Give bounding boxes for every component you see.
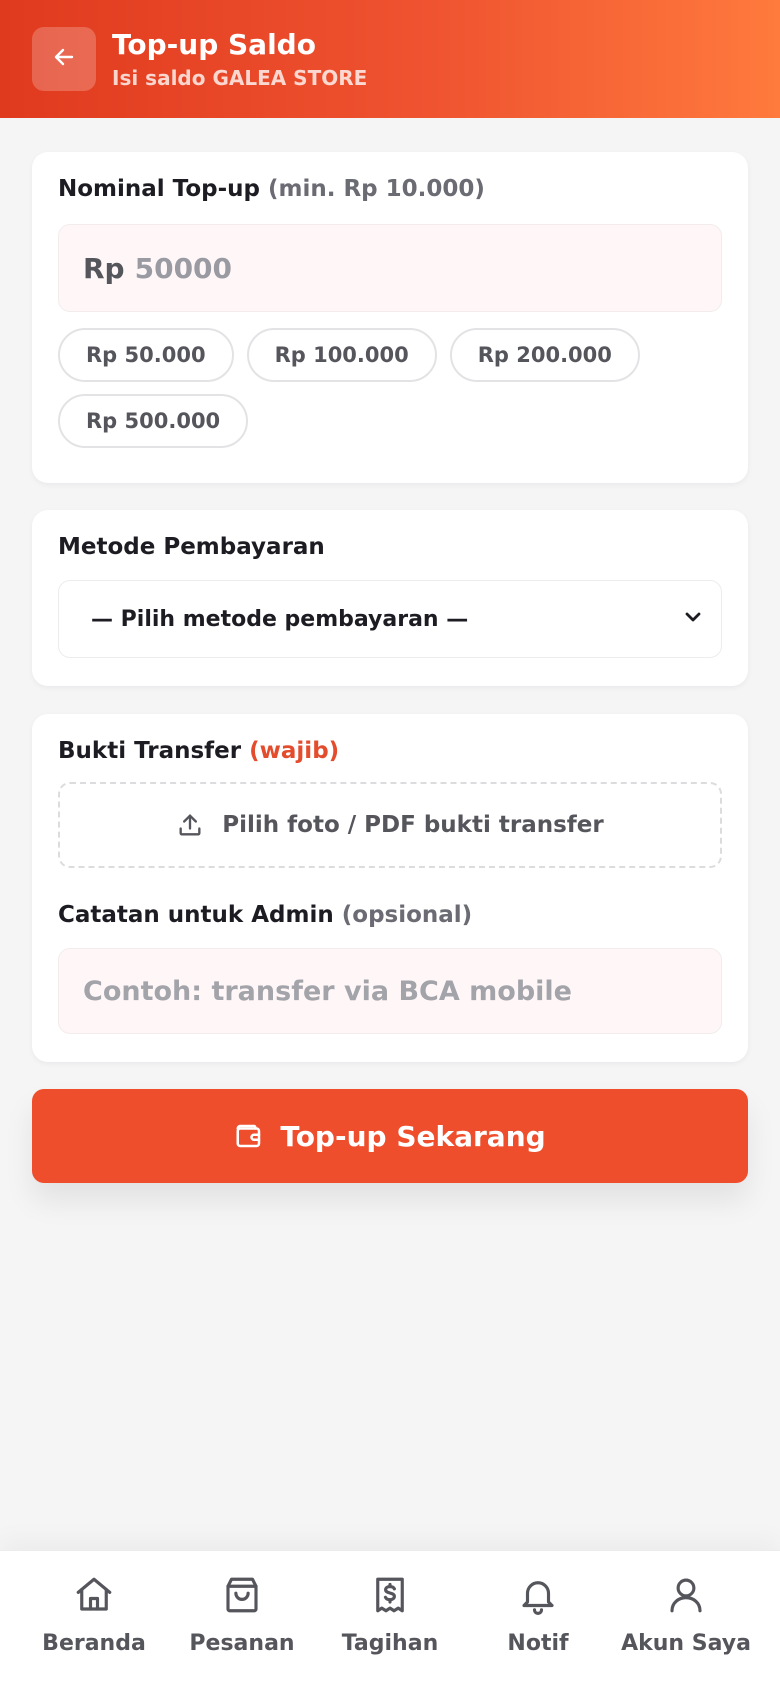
preset-amounts: Rp 50.000 Rp 100.000 Rp 200.000 Rp 500.0… — [58, 328, 722, 448]
amount-card: Nominal Top-up (min. Rp 10.000) Rp Rp 50… — [32, 152, 748, 483]
note-field[interactable] — [58, 948, 722, 1034]
arrow-left-icon — [52, 45, 76, 73]
bell-icon — [517, 1571, 559, 1619]
preset-50000-button[interactable]: Rp 50.000 — [58, 328, 234, 382]
note-input[interactable] — [83, 975, 721, 1007]
payment-label: Metode Pembayaran — [58, 534, 325, 560]
submit-label: Top-up Sekarang — [280, 1119, 546, 1153]
amount-label: Nominal Top-up (min. Rp 10.000) — [58, 176, 722, 202]
preset-500000-button[interactable]: Rp 500.000 — [58, 394, 249, 448]
note-label-text: Catatan untuk Admin — [58, 902, 334, 928]
amount-hint: (min. Rp 10.000) — [267, 176, 485, 202]
amount-input[interactable] — [134, 251, 655, 285]
receipt-icon — [369, 1571, 411, 1619]
nav-item-beranda[interactable]: Beranda — [20, 1551, 168, 1688]
home-icon — [73, 1571, 115, 1619]
payment-card: Metode Pembayaran — Pilih metode pembaya… — [32, 510, 748, 686]
chevron-down-icon — [681, 605, 705, 633]
currency-prefix: Rp — [83, 251, 125, 285]
upload-label: Pilih foto / PDF bukti transfer — [222, 812, 604, 838]
payment-method-select[interactable]: — Pilih metode pembayaran — — [58, 580, 722, 658]
wallet-icon — [234, 1121, 264, 1151]
required-tag: (wajib) — [249, 738, 340, 764]
nav-item-pesanan[interactable]: Pesanan — [168, 1551, 316, 1688]
preset-100000-button[interactable]: Rp 100.000 — [246, 328, 437, 382]
back-button[interactable] — [32, 27, 96, 91]
nav-item-akun-saya[interactable]: Akun Saya — [612, 1551, 760, 1688]
nav-label: Beranda — [42, 1631, 146, 1656]
payment-method-value: — Pilih metode pembayaran — — [91, 606, 469, 632]
topup-submit-button[interactable]: Top-up Sekarang — [32, 1089, 748, 1183]
upload-proof-button[interactable]: Pilih foto / PDF bukti transfer — [58, 782, 722, 868]
proof-label-text: Bukti Transfer — [58, 738, 242, 764]
nav-label: Notif — [507, 1631, 569, 1656]
shopping-bag-icon — [221, 1571, 263, 1619]
upload-icon — [176, 811, 204, 839]
header-text: Top-up Saldo Isi saldo GALEA STORE — [112, 27, 367, 91]
nav-item-tagihan[interactable]: Tagihan — [316, 1551, 464, 1688]
topup-screen: Top-up Saldo Isi saldo GALEA STORE Nomin… — [0, 0, 780, 1688]
header: Top-up Saldo Isi saldo GALEA STORE — [0, 0, 780, 118]
nav-label: Akun Saya — [621, 1631, 751, 1656]
amount-label-text: Nominal Top-up — [58, 176, 260, 202]
page-title: Top-up Saldo — [112, 28, 316, 61]
note-hint: (opsional) — [341, 902, 473, 928]
nav-label: Pesanan — [189, 1631, 295, 1656]
preset-200000-button[interactable]: Rp 200.000 — [449, 328, 640, 382]
bottom-nav: Beranda Pesanan Tagihan Notif Akun Saya — [0, 1550, 780, 1688]
proof-card: Bukti Transfer (wajib) Pilih foto / PDF … — [32, 714, 748, 1062]
user-icon — [665, 1571, 707, 1619]
nav-label: Tagihan — [341, 1631, 439, 1656]
page-subtitle: Isi saldo GALEA STORE — [112, 66, 368, 90]
nav-item-notif[interactable]: Notif — [464, 1551, 612, 1688]
note-label: Catatan untuk Admin (opsional) — [58, 902, 722, 928]
proof-label: Bukti Transfer (wajib) — [58, 738, 722, 764]
amount-field[interactable]: Rp — [58, 224, 722, 312]
